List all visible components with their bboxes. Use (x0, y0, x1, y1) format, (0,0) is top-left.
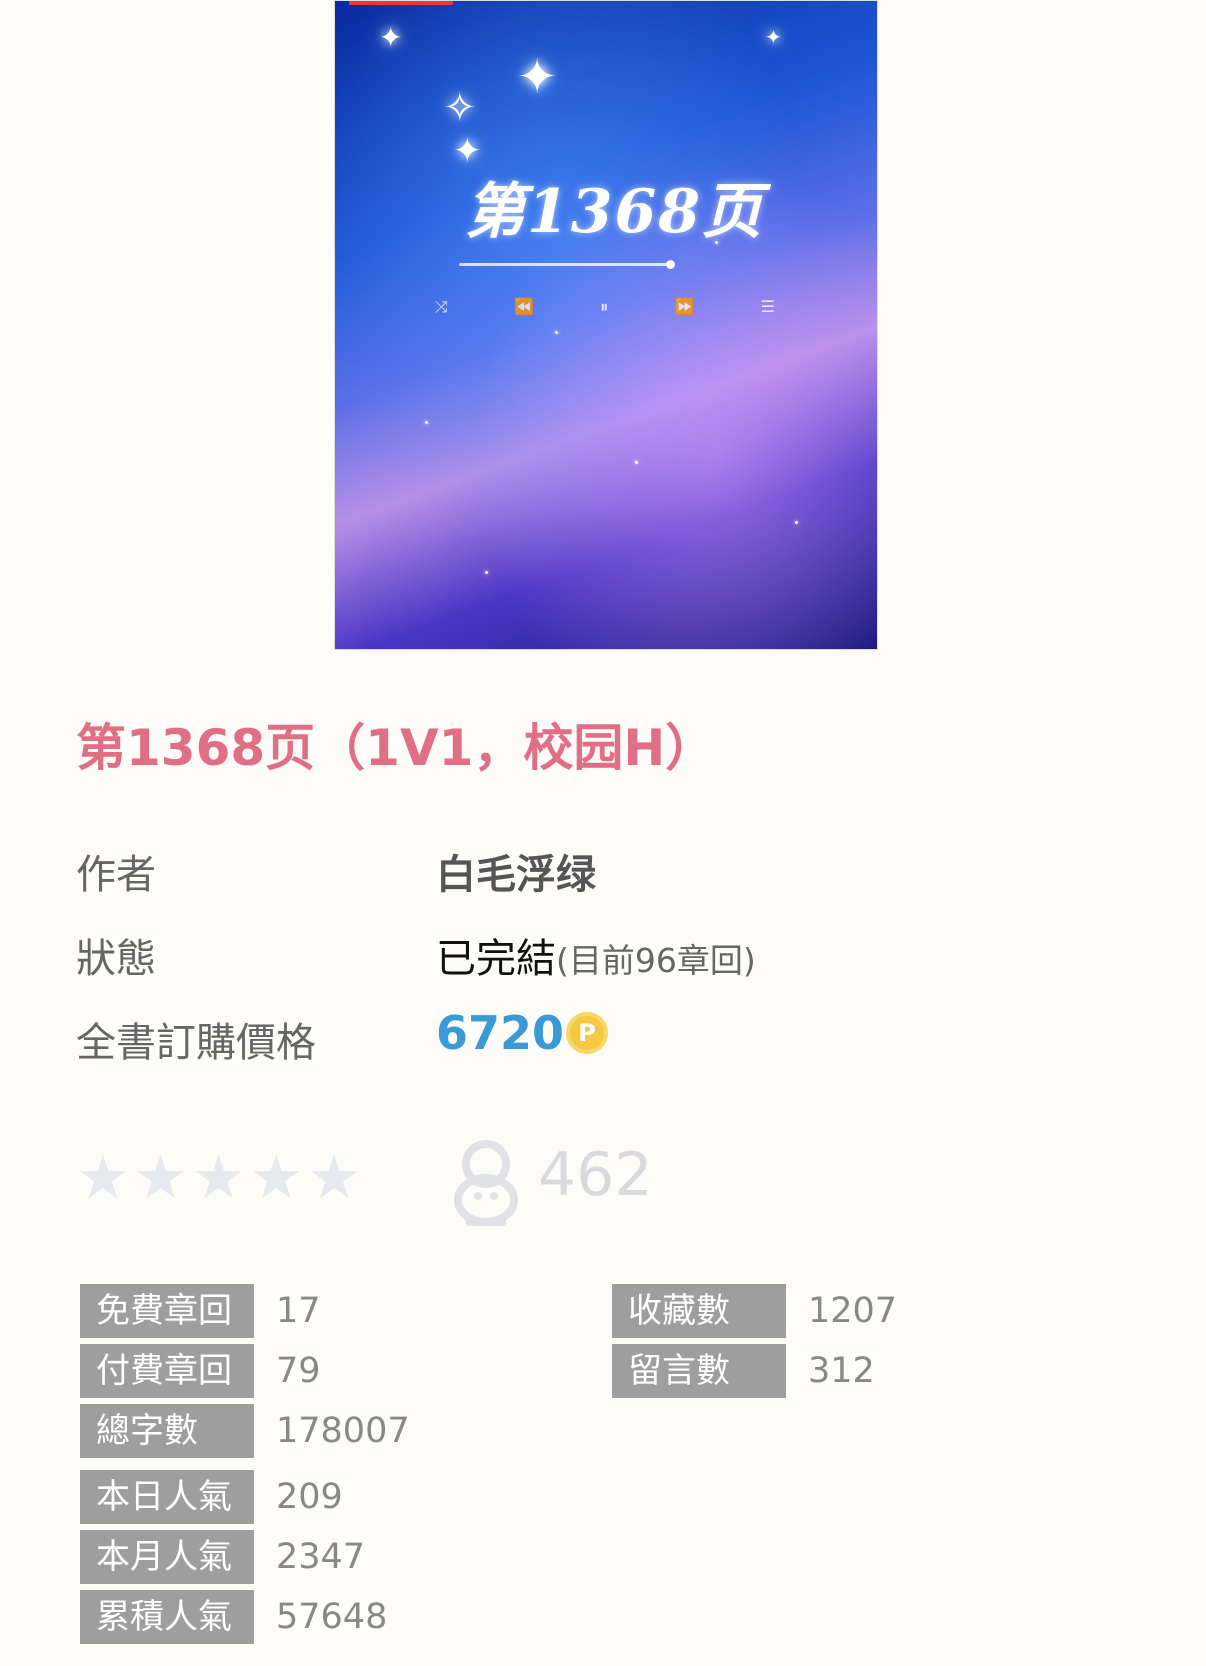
stat-value: 2347 (276, 1537, 366, 1577)
stat-label: 總字數 (80, 1404, 254, 1458)
stat-label: 留言數 (612, 1344, 786, 1398)
book-cover[interactable]: ✦ ✦ ✧ ✦ ✦ 第1368页 ⤨ ⏪ ⏸ ⏩ ☰ (334, 0, 878, 650)
star-rating[interactable]: ★ ★ ★ ★ ★ (76, 1148, 361, 1208)
stat-label: 收藏數 (612, 1284, 786, 1338)
stat-value: 17 (276, 1291, 321, 1331)
cover-badge (349, 1, 453, 5)
author-value[interactable]: 白毛浮绿 (436, 842, 596, 900)
star-dot (425, 421, 428, 424)
star-dot (795, 521, 798, 524)
sparkle-icon: ✦ (379, 21, 403, 54)
pause-icon: ⏸ (600, 297, 609, 316)
star-dot (555, 331, 558, 334)
status-value-group: 已完結(目前96章回) (436, 926, 756, 984)
status-value: 已完結 (436, 936, 556, 982)
stat-value: 178007 (276, 1411, 410, 1451)
star-dot (485, 571, 488, 574)
fan-count: 462 (538, 1140, 653, 1210)
stat-value: 312 (808, 1351, 875, 1391)
stat-value: 57648 (276, 1597, 388, 1637)
stat-value: 79 (276, 1351, 321, 1391)
star-icon[interactable]: ★ (76, 1148, 130, 1208)
star-icon[interactable]: ★ (249, 1148, 303, 1208)
sparkle-icon: ✧ (443, 85, 477, 131)
stat-label: 免費章回 (80, 1284, 254, 1338)
status-label: 狀態 (76, 936, 156, 982)
star-icon[interactable]: ★ (134, 1148, 188, 1208)
star-icon[interactable]: ★ (192, 1148, 246, 1208)
star-icon[interactable]: ★ (307, 1148, 361, 1208)
price-label: 全書訂購價格 (76, 1020, 316, 1066)
sparkle-icon: ✦ (517, 49, 558, 105)
stat-value: 209 (276, 1477, 343, 1517)
stat-label: 累積人氣 (80, 1590, 254, 1644)
author-label: 作者 (76, 852, 156, 898)
coin-icon: P (566, 1012, 608, 1054)
fan-icon[interactable] (450, 1138, 522, 1228)
price-value: 6720 (436, 1006, 565, 1060)
forward-icon: ⏩ (674, 297, 695, 316)
cover-progress-line (459, 260, 675, 269)
shuffle-icon: ⤨ (435, 297, 448, 316)
stat-label: 付費章回 (80, 1344, 254, 1398)
sparkle-icon: ✦ (765, 25, 782, 49)
status-detail: (目前96章回) (556, 941, 756, 980)
stat-value: 1207 (808, 1291, 898, 1331)
book-title: 第1368页（1V1，校园H） (76, 719, 716, 777)
rewind-icon: ⏪ (514, 297, 534, 316)
progress-knob (666, 260, 675, 269)
cover-player-controls: ⤨ ⏪ ⏸ ⏩ ☰ (435, 297, 775, 317)
stat-label: 本日人氣 (80, 1470, 254, 1524)
star-dot (635, 461, 638, 464)
stat-label: 本月人氣 (80, 1530, 254, 1584)
menu-icon: ☰ (760, 297, 775, 316)
cover-title: 第1368页 (465, 177, 764, 247)
